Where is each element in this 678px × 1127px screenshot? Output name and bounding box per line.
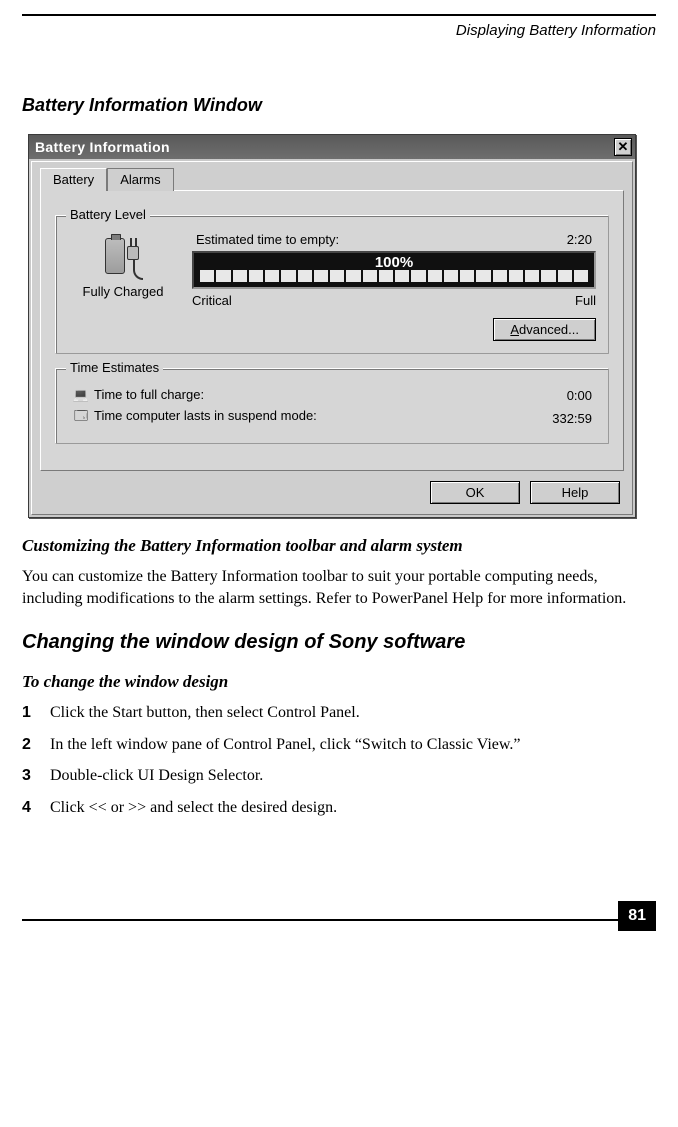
laptop-icon: 💻 (72, 387, 90, 403)
tab-alarms[interactable]: Alarms (107, 168, 173, 191)
tab-panel-battery: Battery Level (40, 190, 624, 471)
titlebar: Battery Information ✕ (29, 135, 635, 159)
window-title: Battery Information (35, 139, 170, 155)
step-number: 1 (22, 702, 50, 724)
tab-battery[interactable]: Battery (40, 168, 107, 191)
suspend-value: 332:59 (552, 411, 592, 426)
scale-critical: Critical (192, 293, 232, 308)
battery-status: Fully Charged (68, 284, 178, 299)
full-charge-value: 0:00 (567, 388, 592, 403)
advanced-button-rest: dvanced... (519, 322, 579, 337)
estimated-time-label: Estimated time to empty: (196, 232, 339, 247)
subheading-to-change: To change the window design (22, 672, 656, 692)
full-charge-label: Time to full charge: (94, 387, 204, 402)
step-text: Click << or >> and select the desired de… (50, 797, 337, 819)
group-legend-battery-level: Battery Level (66, 207, 150, 222)
figure-caption: Battery Information Window (22, 95, 656, 116)
list-item: 4 Click << or >> and select the desired … (22, 797, 656, 819)
suspend-label: Time computer lasts in suspend mode: (94, 408, 317, 423)
figure-screenshot: Battery Information ✕ Battery Alarms Bat… (28, 134, 656, 518)
subheading-customizing: Customizing the Battery Information tool… (22, 536, 656, 556)
list-item: 3 Double-click UI Design Selector. (22, 765, 656, 787)
steps-list: 1 Click the Start button, then select Co… (22, 702, 656, 818)
help-button[interactable]: Help (530, 481, 620, 504)
group-time-estimates: Time Estimates 💻Time to full charge: 0:0… (55, 368, 609, 444)
list-item: 2 In the left window pane of Control Pan… (22, 734, 656, 756)
page-number: 81 (618, 901, 656, 931)
group-battery-level: Battery Level (55, 215, 609, 354)
heading-changing-design: Changing the window design of Sony softw… (22, 631, 656, 654)
step-number: 2 (22, 734, 50, 756)
group-legend-time-estimates: Time Estimates (66, 360, 163, 375)
close-icon[interactable]: ✕ (614, 138, 632, 156)
running-header: Displaying Battery Information (22, 16, 656, 45)
ok-button[interactable]: OK (430, 481, 520, 504)
scale-full: Full (575, 293, 596, 308)
battery-info-window: Battery Information ✕ Battery Alarms Bat… (28, 134, 636, 518)
step-number: 3 (22, 765, 50, 787)
battery-level-bar: 100% (192, 251, 596, 289)
advanced-button[interactable]: Advanced... (493, 318, 596, 341)
list-item: 1 Click the Start button, then select Co… (22, 702, 656, 724)
step-text: Click the Start button, then select Cont… (50, 702, 360, 724)
para-customizing: You can customize the Battery Informatio… (22, 566, 656, 609)
step-text: In the left window pane of Control Panel… (50, 734, 521, 756)
suspend-icon: 🗔 (72, 407, 90, 429)
estimated-time-value: 2:20 (567, 232, 592, 247)
step-number: 4 (22, 797, 50, 819)
tabs: Battery Alarms (40, 168, 624, 191)
battery-plug-icon (99, 232, 147, 280)
step-text: Double-click UI Design Selector. (50, 765, 263, 787)
